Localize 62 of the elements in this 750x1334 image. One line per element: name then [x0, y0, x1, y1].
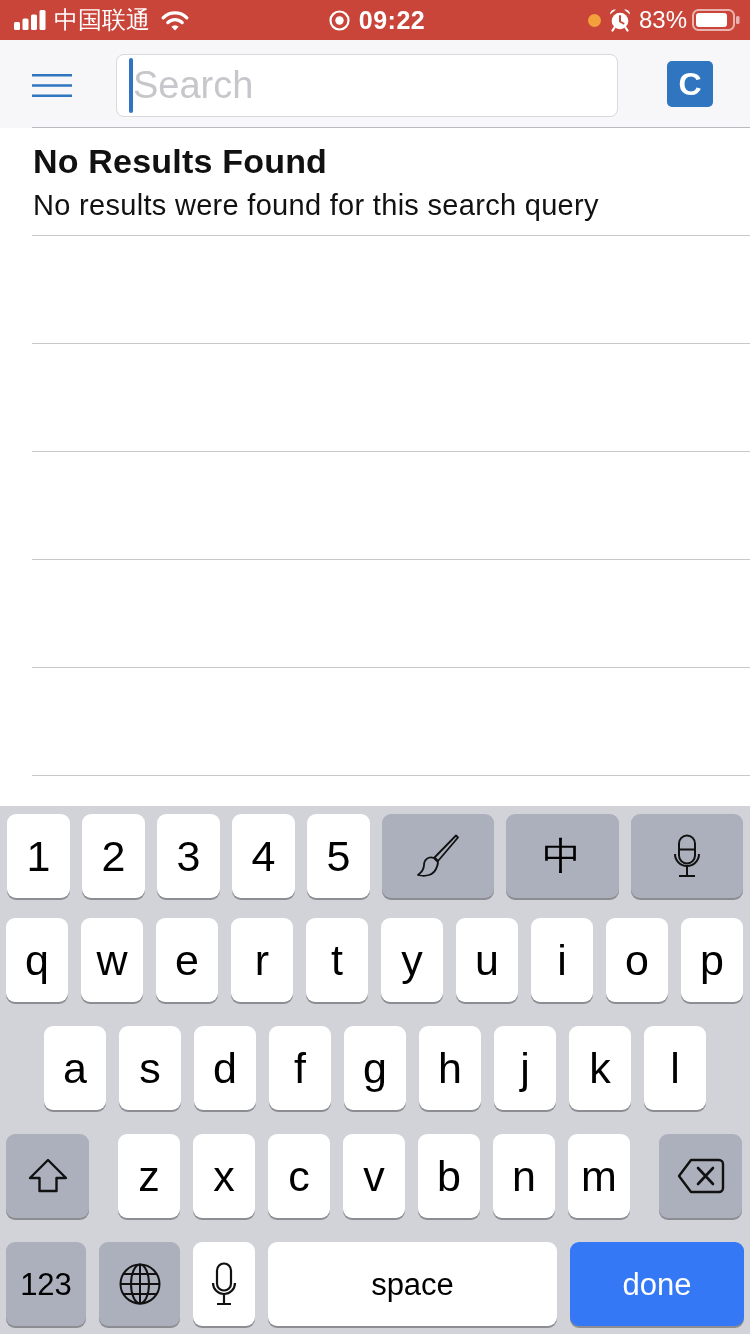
results-title: No Results Found	[33, 141, 329, 181]
menu-icon[interactable]	[32, 73, 72, 97]
keyboard-key[interactable]: v	[343, 1134, 405, 1218]
keyboard-key[interactable]: t	[306, 918, 368, 1002]
results-message: No results were found for this search query	[33, 188, 600, 223]
keyboard-key[interactable]: h	[419, 1026, 481, 1110]
keyboard-key[interactable]: a	[44, 1026, 106, 1110]
battery-percent: 83%	[638, 6, 687, 34]
keyboard-key[interactable]: i	[531, 918, 593, 1002]
search-field[interactable]: Search	[116, 53, 618, 117]
carrier-name: 中国联通	[54, 6, 150, 34]
wifi-icon	[161, 9, 189, 31]
microphone-icon	[672, 834, 701, 878]
profile-button[interactable]: C	[667, 61, 713, 107]
keyboard-key[interactable]: 4	[232, 814, 295, 898]
status-time: 09:22	[358, 6, 426, 34]
keyboard-key[interactable]: k	[569, 1026, 631, 1110]
dictation-key[interactable]	[630, 814, 743, 898]
keyboard-key[interactable]: r	[231, 918, 293, 1002]
backspace-icon	[676, 1158, 725, 1194]
shift-icon	[27, 1158, 68, 1194]
language-key[interactable]	[99, 1242, 180, 1326]
keyboard-key[interactable]: n	[493, 1134, 555, 1218]
keyboard-key[interactable]: q	[6, 918, 68, 1002]
battery-icon	[692, 9, 740, 31]
keyboard-key[interactable]: d	[194, 1026, 256, 1110]
target-icon	[328, 9, 350, 31]
keyboard-key[interactable]: e	[156, 918, 218, 1002]
keyboard-key[interactable]: 1	[7, 814, 70, 898]
alarm-clock-icon	[608, 8, 631, 32]
microphone-icon	[211, 1262, 237, 1306]
keyboard-key[interactable]: z	[118, 1134, 180, 1218]
keyboard-key[interactable]: l	[644, 1026, 706, 1110]
brush-icon	[416, 833, 461, 879]
text-cursor	[129, 57, 133, 113]
keyboard-key[interactable]: x	[193, 1134, 255, 1218]
keyboard-key[interactable]: 中	[506, 814, 619, 898]
keyboard-key[interactable]: y	[381, 918, 443, 1002]
signal-icon	[14, 10, 46, 30]
keyboard-key[interactable]: w	[81, 918, 143, 1002]
keyboard-key[interactable]: 2	[82, 814, 145, 898]
handwriting-key[interactable]	[382, 814, 495, 898]
space-key[interactable]: space	[268, 1242, 557, 1326]
keyboard-key[interactable]: u	[456, 918, 518, 1002]
delete-key[interactable]	[659, 1134, 742, 1218]
keyboard-key[interactable]: s	[119, 1026, 181, 1110]
keyboard-key[interactable]: m	[568, 1134, 630, 1218]
keyboard-key[interactable]: o	[606, 918, 668, 1002]
keyboard-key[interactable]: b	[418, 1134, 480, 1218]
keyboard-key[interactable]: p	[681, 918, 743, 1002]
keyboard-key[interactable]: g	[344, 1026, 406, 1110]
keyboard-key[interactable]: 123	[6, 1242, 86, 1326]
keyboard-key[interactable]: c	[268, 1134, 330, 1218]
dictation-key[interactable]	[193, 1242, 255, 1326]
status-dot-icon	[587, 13, 601, 27]
keyboard-key[interactable]: 5	[307, 814, 370, 898]
globe-icon	[118, 1263, 161, 1305]
shift-key[interactable]	[6, 1134, 89, 1218]
keyboard-key[interactable]: f	[269, 1026, 331, 1110]
keyboard-key[interactable]: 3	[157, 814, 220, 898]
keyboard-key[interactable]: j	[494, 1026, 556, 1110]
done-button[interactable]: done	[570, 1242, 744, 1326]
